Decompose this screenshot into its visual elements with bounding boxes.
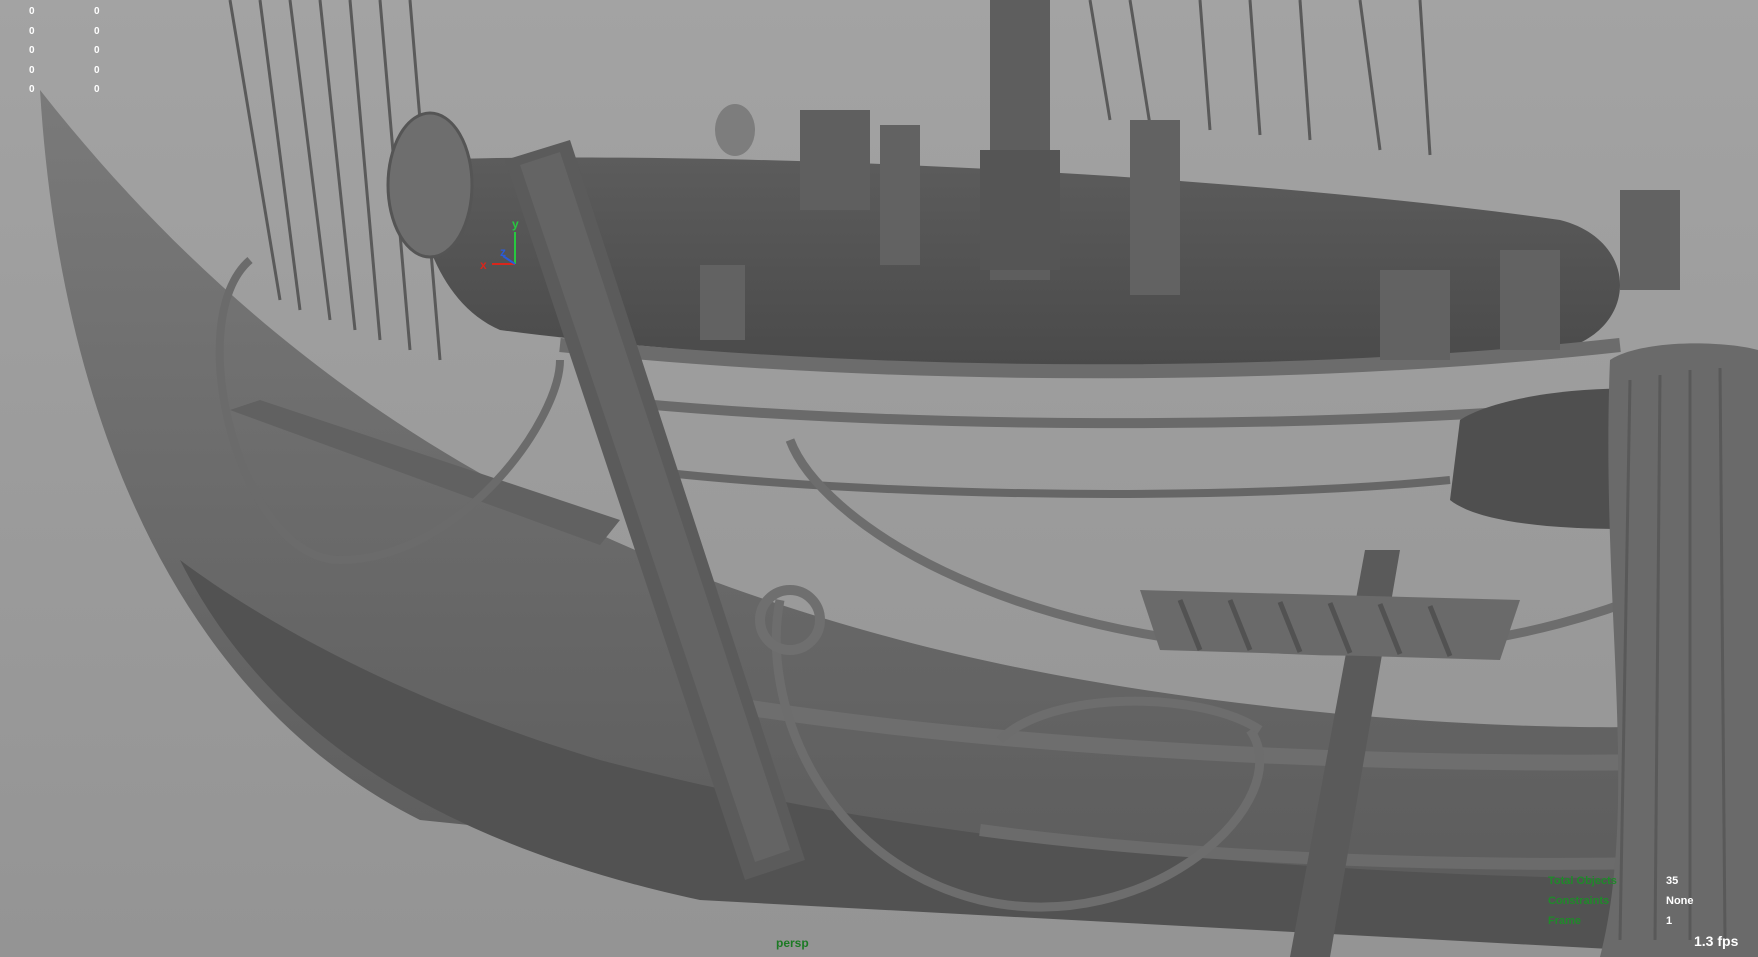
- hud-label: Constraints: [1548, 895, 1610, 907]
- bell: [715, 104, 755, 156]
- grating: [1140, 590, 1520, 660]
- hud-count: 0: [94, 84, 100, 95]
- hud-label: Total Objects: [1548, 875, 1617, 887]
- hud-count: 0: [94, 45, 100, 56]
- bulwark-band-2: [599, 395, 1601, 429]
- axis-label-y: y: [512, 217, 519, 231]
- hud-value: 1: [1666, 915, 1673, 927]
- buoy: [386, 111, 474, 259]
- hud-count: 0: [94, 6, 100, 17]
- view-axis-gizmo: y x z: [480, 217, 519, 272]
- 3d-viewport[interactable]: 0 0 0 0 0 0 0 0 0 0 y x z persp Total Ob…: [0, 0, 1758, 957]
- hud-count: 0: [29, 45, 35, 56]
- fps-counter: 1.3 fps: [1694, 933, 1739, 949]
- hud-value: 35: [1666, 875, 1679, 887]
- capstan: [800, 110, 870, 210]
- bulwark-band-3: [639, 466, 1451, 498]
- hud-value: None: [1666, 895, 1694, 907]
- hud-count: 0: [29, 6, 35, 17]
- hud-count: 0: [29, 25, 35, 37]
- hud-info-panel: Total Objects 35 Constraints None Frame …: [1548, 875, 1748, 935]
- hud-count: 0: [29, 84, 35, 95]
- hud-counts-col-2: 0 0 0 0 0: [94, 2, 100, 100]
- camera-label: persp: [776, 936, 809, 950]
- axis-label-z: z: [500, 245, 506, 259]
- hud-count: 0: [94, 64, 100, 76]
- hud-counts-col-1: 0 0 0 0 0: [29, 2, 35, 100]
- axis-label-x: x: [480, 258, 487, 272]
- hud-row-constraints: Constraints None: [1548, 895, 1748, 915]
- hud-count: 0: [29, 64, 35, 76]
- hud-row-frame: Frame 1: [1548, 915, 1748, 935]
- ship-model-render[interactable]: [0, 0, 1758, 957]
- hud-label: Frame: [1548, 915, 1582, 927]
- hud-row-total-objects: Total Objects 35: [1548, 875, 1748, 895]
- hud-count: 0: [94, 25, 100, 37]
- mast-base: [980, 150, 1060, 270]
